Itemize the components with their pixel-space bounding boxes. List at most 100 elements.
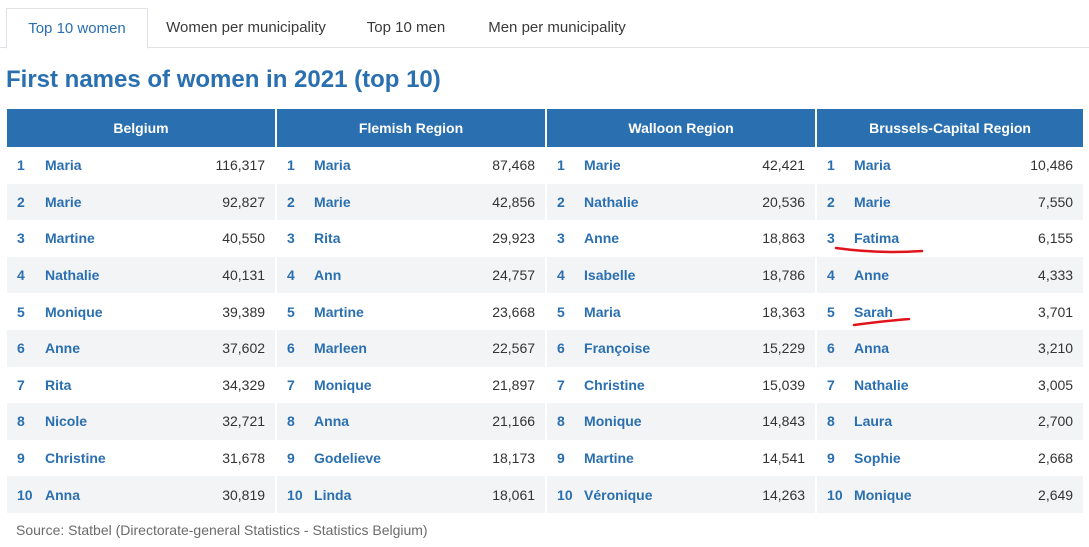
rank-cell: 8 (545, 403, 583, 440)
name-link[interactable]: Nicole (45, 413, 87, 429)
name-cell: Monique (312, 367, 462, 404)
name-link[interactable]: Christine (584, 377, 645, 393)
rank-cell: 4 (545, 256, 583, 294)
name-link[interactable]: Fatima (854, 230, 899, 246)
name-link[interactable]: Marleen (314, 340, 367, 356)
count-cell: 40,550 (222, 230, 266, 247)
name-link[interactable]: Monique (45, 304, 103, 320)
name-link[interactable]: Monique (584, 413, 642, 429)
name-link[interactable]: Marie (45, 194, 82, 210)
count-cell: 30,819 (191, 476, 277, 513)
tab-top-10-women[interactable]: Top 10 women (6, 8, 148, 49)
count-cell: 92,827 (191, 183, 277, 221)
tab-men-per-municipality[interactable]: Men per municipality (478, 8, 636, 49)
table-row: 10 Anna 30,819 10 Linda 18,061 10 Véronique 14,2… (7, 476, 1084, 513)
name-cell: Nathalie (852, 367, 1002, 404)
name-link[interactable]: Martine (314, 304, 364, 320)
name-link[interactable]: Marie (314, 194, 351, 210)
count-cell: 18,786 (732, 256, 817, 294)
rank-cell: 2 (7, 183, 43, 221)
page-title: First names of women in 2021 (top 10) (6, 66, 441, 93)
name-link[interactable]: Sarah (854, 304, 893, 320)
rank-cell: 1 (17, 157, 25, 174)
rank-cell: 8 (275, 403, 313, 440)
name-cell: Françoise (582, 329, 733, 367)
name-cell: Nathalie (43, 256, 191, 294)
name-link[interactable]: Anne (584, 230, 619, 246)
name-link[interactable]: Maria (314, 157, 351, 173)
rank-cell: 10 (545, 476, 583, 513)
name-link[interactable]: Sophie (854, 450, 901, 466)
rank-cell: 5 (275, 293, 313, 330)
count-cell: 42,421 (762, 157, 806, 174)
header-flemish-region: Flemish Region (275, 109, 547, 147)
name-link[interactable]: Laura (854, 413, 892, 429)
table-row: 3 Martine 40,550 3 Rita 29,923 3 Anne 18,863 3 Fat… (7, 220, 1083, 257)
name-link[interactable]: Martine (584, 450, 634, 466)
name-link[interactable]: Anna (45, 487, 80, 503)
name-cell: Anna (312, 403, 463, 440)
table-row: 4 Nathalie 40,131 4 Ann 24,757 4 Isabelle 18,786… (7, 256, 1084, 294)
name-link[interactable]: Marie (854, 194, 891, 210)
tab-top-10-men[interactable]: Top 10 men (352, 8, 460, 49)
header-belgium: Belgium (7, 109, 277, 147)
rank-cell: 1 (545, 147, 583, 184)
count-cell: 42,856 (462, 183, 547, 221)
name-link[interactable]: Françoise (584, 340, 650, 356)
name-link[interactable]: Anne (45, 340, 80, 356)
name-link[interactable]: Rita (45, 377, 71, 393)
rank-cell: 1 (275, 147, 313, 184)
name-link[interactable]: Godelieve (314, 450, 381, 466)
name-link[interactable]: Ann (314, 267, 341, 283)
rank-cell: 2 (275, 183, 313, 221)
rank-cell: 6 (815, 329, 853, 367)
name-cell: Monique (852, 476, 1003, 513)
name-link[interactable]: Martine (45, 230, 95, 246)
name-cell: Anne (43, 329, 191, 367)
rank-cell: 10 (275, 476, 313, 513)
name-link[interactable]: Monique (854, 487, 912, 503)
count-cell: 18,363 (762, 303, 806, 320)
name-link[interactable]: Nathalie (584, 194, 638, 210)
name-cell: Monique (582, 403, 733, 440)
count-cell: 22,567 (462, 329, 547, 367)
name-cell: Maria (43, 147, 191, 184)
name-cell: Marie (312, 183, 463, 221)
tab-women-per-municipality[interactable]: Women per municipality (160, 8, 332, 49)
rank-cell: 9 (545, 439, 583, 477)
name-cell: Anne (582, 220, 732, 257)
name-cell: Martine (582, 440, 732, 477)
name-cell: Christine (582, 367, 732, 404)
count-cell: 18,061 (462, 476, 547, 513)
name-link[interactable]: Anna (854, 340, 889, 356)
rank-cell: 4 (815, 256, 853, 294)
count-cell: 15,229 (732, 329, 817, 367)
source-note: Source: Statbel (Directorate-general Sta… (16, 522, 428, 538)
name-cell: Christine (43, 440, 191, 477)
name-link[interactable]: Véronique (584, 487, 652, 503)
name-link[interactable]: Nathalie (854, 377, 908, 393)
name-link[interactable]: Maria (854, 157, 891, 173)
name-link[interactable]: Maria (584, 304, 621, 320)
name-cell: Godelieve (312, 440, 462, 477)
count-cell: 40,131 (191, 256, 277, 294)
count-cell: 39,389 (222, 303, 266, 320)
name-link[interactable]: Nathalie (45, 267, 99, 283)
name-link[interactable]: Marie (584, 157, 621, 173)
name-link[interactable]: Linda (314, 487, 351, 503)
name-link[interactable]: Maria (45, 157, 82, 173)
rank-cell: 7 (17, 376, 25, 393)
name-cell: Marie (582, 147, 732, 184)
name-link[interactable]: Monique (314, 377, 372, 393)
count-cell: 21,166 (462, 403, 547, 440)
name-link[interactable]: Anne (854, 267, 889, 283)
name-cell: Nicole (43, 403, 191, 440)
count-cell: 3,005 (1038, 376, 1074, 393)
count-cell: 6,155 (1038, 230, 1074, 247)
rank-cell: 7 (815, 366, 853, 404)
name-link[interactable]: Isabelle (584, 267, 635, 283)
name-link[interactable]: Rita (314, 230, 340, 246)
name-link[interactable]: Anna (314, 413, 349, 429)
count-cell: 21,897 (492, 376, 536, 393)
name-link[interactable]: Christine (45, 450, 106, 466)
